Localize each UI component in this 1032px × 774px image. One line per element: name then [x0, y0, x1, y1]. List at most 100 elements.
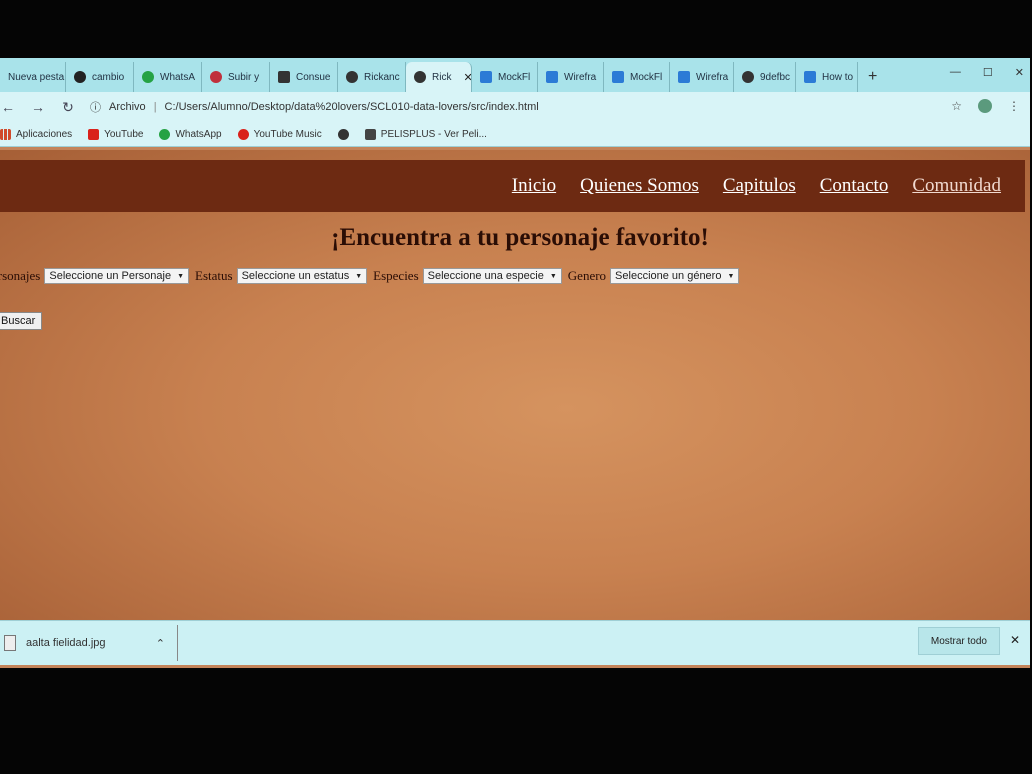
whatsapp-icon	[159, 128, 171, 140]
tab-label: MockFl	[498, 71, 531, 83]
bookmark-youtube[interactable]: YouTube	[88, 128, 144, 140]
tab-rick-active[interactable]: Rick ✕	[406, 62, 472, 92]
dropdown-arrow-icon: ▼	[549, 272, 557, 280]
whatsapp-icon	[142, 71, 154, 83]
genero-select[interactable]: Seleccione un género ▼	[610, 268, 740, 284]
wireframe-icon	[678, 71, 690, 83]
download-item[interactable]: aalta fielidad.jpg ⌃	[0, 625, 178, 661]
filter-label-especies: Especies	[373, 268, 419, 283]
globe-icon	[742, 71, 754, 83]
toolbar-right: ☆ ⋮	[951, 99, 1020, 113]
bookmark-youtube-music[interactable]: YouTube Music	[237, 128, 322, 140]
bookmarks-bar: Aplicaciones YouTube WhatsApp YouTube Mu…	[0, 122, 1030, 147]
tab-how-to[interactable]: How to	[796, 62, 858, 92]
tab-github[interactable]: cambio	[66, 62, 134, 92]
filter-label-personajes: ersonajes	[0, 268, 41, 283]
chevron-up-icon[interactable]: ⌃	[156, 637, 165, 650]
filter-row: ersonajes Seleccione un Personaje ▼ Esta…	[0, 268, 741, 284]
globe-icon	[337, 128, 349, 140]
tab-label: Subir y	[228, 71, 260, 83]
tab-label: Wirefra	[564, 71, 597, 83]
address-bar[interactable]: ⓘ Archivo | C:/Users/Alumno/Desktop/data…	[90, 96, 940, 118]
mockflow-icon	[480, 71, 492, 83]
forward-arrow-icon[interactable]: →	[30, 99, 46, 115]
separator: |	[153, 101, 157, 113]
web-page: Inicio Quienes Somos Capitulos Contacto …	[0, 150, 1030, 620]
github-icon	[74, 71, 86, 83]
tab-label: 9defbc	[760, 71, 791, 83]
show-all-button[interactable]: Mostrar todo	[917, 627, 1000, 655]
tab-nueva-pestana[interactable]: Nueva pesta	[0, 62, 66, 92]
tab-mockflow-2[interactable]: MockFl	[604, 62, 670, 92]
nav-link-comunidad[interactable]: Comunidad	[912, 175, 1001, 197]
menu-icon[interactable]: ⋮	[1008, 99, 1020, 113]
bookmark-aplicaciones[interactable]: Aplicaciones	[0, 128, 73, 140]
mockflow-icon	[804, 71, 816, 83]
tab-label: Rickanc	[364, 71, 400, 83]
bookmark-whatsapp[interactable]: WhatsApp	[159, 128, 222, 140]
nav-link-inicio[interactable]: Inicio	[512, 175, 556, 197]
dropdown-arrow-icon: ▼	[355, 272, 363, 280]
star-icon[interactable]: ☆	[951, 99, 962, 113]
filter-label-estatus: Estatus	[195, 268, 233, 283]
bookmark-label: YouTube	[104, 128, 144, 140]
tab-label: MockFl	[630, 71, 663, 83]
especie-select[interactable]: Seleccione una especie ▼	[422, 268, 562, 284]
tab-subir[interactable]: Subir y	[202, 62, 270, 92]
file-icon	[4, 635, 16, 651]
tab-strip: Nueva pesta cambio WhatsA Subir y Consue…	[0, 58, 1030, 92]
slack-icon	[210, 71, 222, 83]
close-icon[interactable]: ✕	[463, 71, 471, 84]
browser-window: Nueva pesta cambio WhatsA Subir y Consue…	[0, 58, 1030, 668]
download-shelf: aalta fielidad.jpg ⌃ Mostrar todo ✕	[0, 620, 1030, 665]
buscar-button[interactable]: Buscar	[0, 312, 43, 330]
window-controls: — ☐ ✕	[950, 66, 1024, 79]
tab-rickanc[interactable]: Rickanc	[338, 62, 406, 92]
dropdown-arrow-icon: ▼	[727, 272, 735, 280]
tab-label: Consue	[296, 71, 331, 83]
app-icon	[278, 71, 290, 83]
globe-icon	[414, 71, 426, 83]
apps-grid-icon	[0, 128, 11, 140]
nav-link-contacto[interactable]: Contacto	[820, 175, 889, 197]
bookmark-label: Aplicaciones	[16, 128, 73, 140]
estatus-select[interactable]: Seleccione un estatus ▼	[236, 268, 368, 284]
bookmark-label: WhatsApp	[175, 128, 222, 140]
maximize-icon[interactable]: ☐	[983, 66, 993, 79]
download-file-name: aalta fielidad.jpg	[26, 637, 106, 649]
info-icon[interactable]: ⓘ	[90, 99, 101, 115]
scheme-label: Archivo	[109, 101, 146, 113]
reload-icon[interactable]: ↻	[60, 99, 76, 116]
nav-link-capitulos[interactable]: Capitulos	[723, 175, 796, 197]
close-icon[interactable]: ✕	[1010, 633, 1020, 647]
bookmark-globe[interactable]	[337, 128, 349, 140]
mockflow-icon	[612, 71, 624, 83]
dropdown-arrow-icon: ▼	[177, 272, 185, 280]
bookmark-pelisplus[interactable]: PELISPLUS - Ver Peli...	[364, 128, 487, 140]
site-header: Inicio Quienes Somos Capitulos Contacto …	[0, 160, 1025, 212]
youtube-music-icon	[237, 128, 249, 140]
youtube-icon	[88, 128, 100, 140]
filter-label-genero: Genero	[567, 268, 607, 283]
url-text[interactable]: C:/Users/Alumno/Desktop/data%20lovers/SC…	[165, 101, 539, 113]
tab-mockflow[interactable]: MockFl	[472, 62, 538, 92]
navigation-bar: ← → ↻ ⓘ Archivo | C:/Users/Alumno/Deskto…	[0, 92, 1030, 122]
tab-wireframe[interactable]: Wirefra	[538, 62, 604, 92]
profile-avatar[interactable]	[978, 99, 992, 113]
bookmark-label: YouTube Music	[253, 128, 322, 140]
globe-icon	[346, 71, 358, 83]
select-value: Seleccione una especie	[427, 270, 544, 282]
tab-whatsapp[interactable]: WhatsA	[134, 62, 202, 92]
new-tab-button[interactable]: +	[858, 62, 887, 92]
personaje-select[interactable]: Seleccione un Personaje ▼	[44, 268, 190, 284]
bookmark-label: PELISPLUS - Ver Peli...	[380, 128, 487, 140]
select-value: Seleccione un género	[615, 270, 722, 282]
back-arrow-icon[interactable]: ←	[0, 99, 16, 115]
nav-link-quienes-somos[interactable]: Quienes Somos	[580, 175, 699, 197]
tab-9defbc[interactable]: 9defbc	[734, 62, 796, 92]
tab-wireframe-2[interactable]: Wirefra	[670, 62, 734, 92]
close-window-icon[interactable]: ✕	[1015, 66, 1024, 79]
select-value: Seleccione un Personaje	[49, 270, 172, 282]
minimize-icon[interactable]: —	[950, 66, 961, 79]
tab-consue[interactable]: Consue	[270, 62, 338, 92]
